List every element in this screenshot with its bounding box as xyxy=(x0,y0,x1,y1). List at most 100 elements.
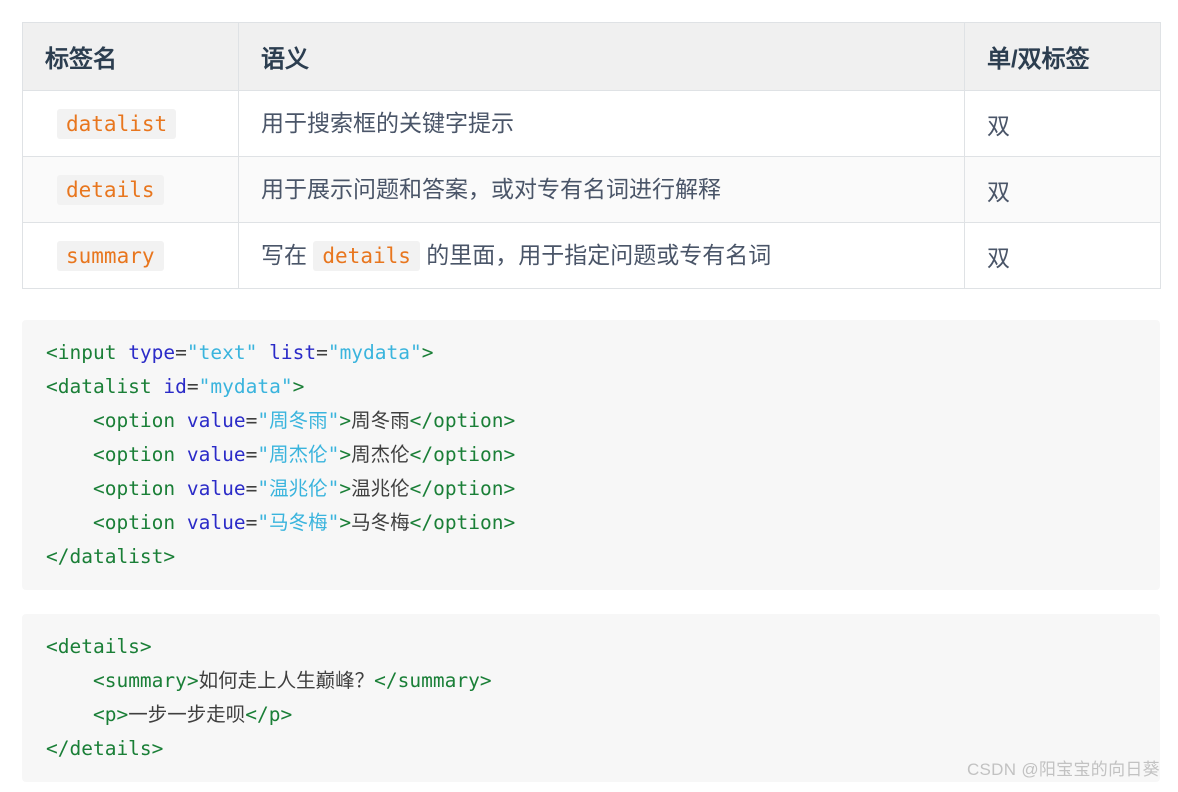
code-line: <option value="温兆伦">温兆伦</option> xyxy=(22,472,1160,506)
code-token-val: "mydata" xyxy=(327,341,422,364)
pair-type-text: 双 xyxy=(987,112,1010,139)
code-line: <summary>如何走上人生巅峰？</summary> xyxy=(22,664,1160,698)
code-token-val: "周杰伦" xyxy=(257,443,340,466)
code-token-txt: = xyxy=(245,511,258,534)
column-header-pair-type: 单/双标签 xyxy=(964,22,1161,91)
code-token-tag: <datalist xyxy=(46,375,164,398)
code-token-tag: > xyxy=(339,409,352,432)
code-token-txt: = xyxy=(316,341,328,364)
code-token-tag: > xyxy=(292,375,305,398)
table-row: summary 写在 details 的里面，用于指定问题或专有名词 双 xyxy=(22,222,1161,289)
code-token-attr: value xyxy=(186,477,246,500)
table-body: datalist 用于搜索框的关键字提示 双 details 用于展示问题和答案… xyxy=(22,90,1161,289)
column-header-semantics: 语义 xyxy=(238,22,965,91)
code-token-val: "温兆伦" xyxy=(257,477,340,500)
code-token-tag: </summary> xyxy=(374,669,492,692)
code-token-tag: </option> xyxy=(409,477,516,500)
html-tag-reference-table: 标签名 语义 单/双标签 datalist 用于搜索框的关键字提示 双 deta… xyxy=(22,22,1161,289)
table-row: details 用于展示问题和答案，或对专有名词进行解释 双 xyxy=(22,156,1161,223)
code-token-tag: </option> xyxy=(409,511,516,534)
csdn-watermark: CSDN @阳宝宝的向日葵 xyxy=(966,760,1160,779)
cell-semantics: 用于展示问题和答案，或对专有名词进行解释 xyxy=(238,156,965,223)
code-token-tag: > xyxy=(339,443,352,466)
cell-pair-type: 双 xyxy=(964,222,1161,289)
code-token-tag: </details> xyxy=(46,737,164,760)
cell-pair-type: 双 xyxy=(964,90,1161,157)
code-token-txt: 周冬雨 xyxy=(351,409,410,432)
code-token-tag: </p> xyxy=(245,703,293,726)
code-line: <option value="周杰伦">周杰伦</option> xyxy=(22,438,1160,472)
page-content: 标签名 语义 单/双标签 datalist 用于搜索框的关键字提示 双 deta… xyxy=(0,0,1178,782)
table-row: datalist 用于搜索框的关键字提示 双 xyxy=(22,90,1161,157)
code-token-attr: list xyxy=(269,341,317,364)
code-line: <option value="周冬雨">周冬雨</option> xyxy=(22,404,1160,438)
pair-type-text: 双 xyxy=(987,178,1010,205)
code-line: <p>一步一步走呗</p> xyxy=(22,698,1160,732)
code-token-tag: > xyxy=(421,341,434,364)
semantics-inline-code: details xyxy=(313,240,420,271)
code-line: <input type="text" list="mydata"> xyxy=(22,336,1160,370)
code-token-attr: value xyxy=(186,511,246,534)
code-token-tag: <option xyxy=(92,443,187,466)
code-token-txt: 温兆伦 xyxy=(351,477,410,500)
code-token-tag: <option xyxy=(92,511,187,534)
code-line: </datalist> xyxy=(22,540,1160,574)
code-token-tag: <option xyxy=(92,477,187,500)
code-token-tag: <details> xyxy=(46,635,152,658)
semantics-text-suffix: 的里面，用于指定问题或专有名词 xyxy=(419,241,772,268)
cell-semantics: 写在 details 的里面，用于指定问题或专有名词 xyxy=(238,222,965,289)
semantics-text: 用于展示问题和答案，或对专有名词进行解释 xyxy=(261,175,721,202)
code-token-tag: > xyxy=(339,511,352,534)
cell-tag-name: datalist xyxy=(22,90,239,157)
tag-name-code: summary xyxy=(57,240,164,271)
code-token-txt: 周杰伦 xyxy=(351,443,410,466)
tag-name-code: datalist xyxy=(57,108,177,139)
semantics-text: 用于搜索框的关键字提示 xyxy=(261,109,514,136)
semantics-text-prefix: 写在 xyxy=(261,241,314,268)
column-header-tag-name: 标签名 xyxy=(22,22,239,91)
code-token-txt: = xyxy=(175,341,187,364)
code-token-tag: <summary> xyxy=(92,669,199,692)
code-token-tag: <option xyxy=(92,409,187,432)
code-token-val: "text" xyxy=(186,341,258,364)
code-token-txt: 如何走上人生巅峰？ xyxy=(198,669,375,692)
code-line: <datalist id="mydata"> xyxy=(22,370,1160,404)
cell-semantics: 用于搜索框的关键字提示 xyxy=(238,90,965,157)
cell-pair-type: 双 xyxy=(964,156,1161,223)
code-token-tag: </option> xyxy=(409,409,516,432)
code-token-tag: </option> xyxy=(409,443,516,466)
cell-tag-name: summary xyxy=(22,222,239,289)
table-header-row: 标签名 语义 单/双标签 xyxy=(22,22,1161,91)
code-line: <details> xyxy=(22,630,1160,664)
code-token-attr: id xyxy=(163,375,187,398)
code-token-attr: type xyxy=(128,341,176,364)
code-block-datalist-example: <input type="text" list="mydata"> <datali… xyxy=(22,320,1160,590)
code-token-txt: = xyxy=(245,443,258,466)
code-token-txt: 一步一步走呗 xyxy=(128,703,246,726)
code-token-val: "mydata" xyxy=(198,375,293,398)
tag-name-code: details xyxy=(57,174,164,205)
code-token-txt: = xyxy=(245,477,258,500)
code-token-val: "周冬雨" xyxy=(257,409,340,432)
code-token-txt: 马冬梅 xyxy=(351,511,410,534)
code-token-txt: = xyxy=(186,375,199,398)
code-token-attr: value xyxy=(186,409,246,432)
code-token-tag: <input xyxy=(46,341,129,364)
code-token-tag: </datalist> xyxy=(46,545,176,568)
cell-tag-name: details xyxy=(22,156,239,223)
code-token-val: "马冬梅" xyxy=(257,511,340,534)
code-token-txt: = xyxy=(245,409,258,432)
code-line: <option value="马冬梅">马冬梅</option> xyxy=(22,506,1160,540)
pair-type-text: 双 xyxy=(987,244,1010,271)
code-token-tag: <p> xyxy=(92,703,129,726)
code-token-attr: value xyxy=(186,443,246,466)
table-header: 标签名 语义 单/双标签 xyxy=(22,22,1161,91)
code-token-tag: > xyxy=(339,477,352,500)
